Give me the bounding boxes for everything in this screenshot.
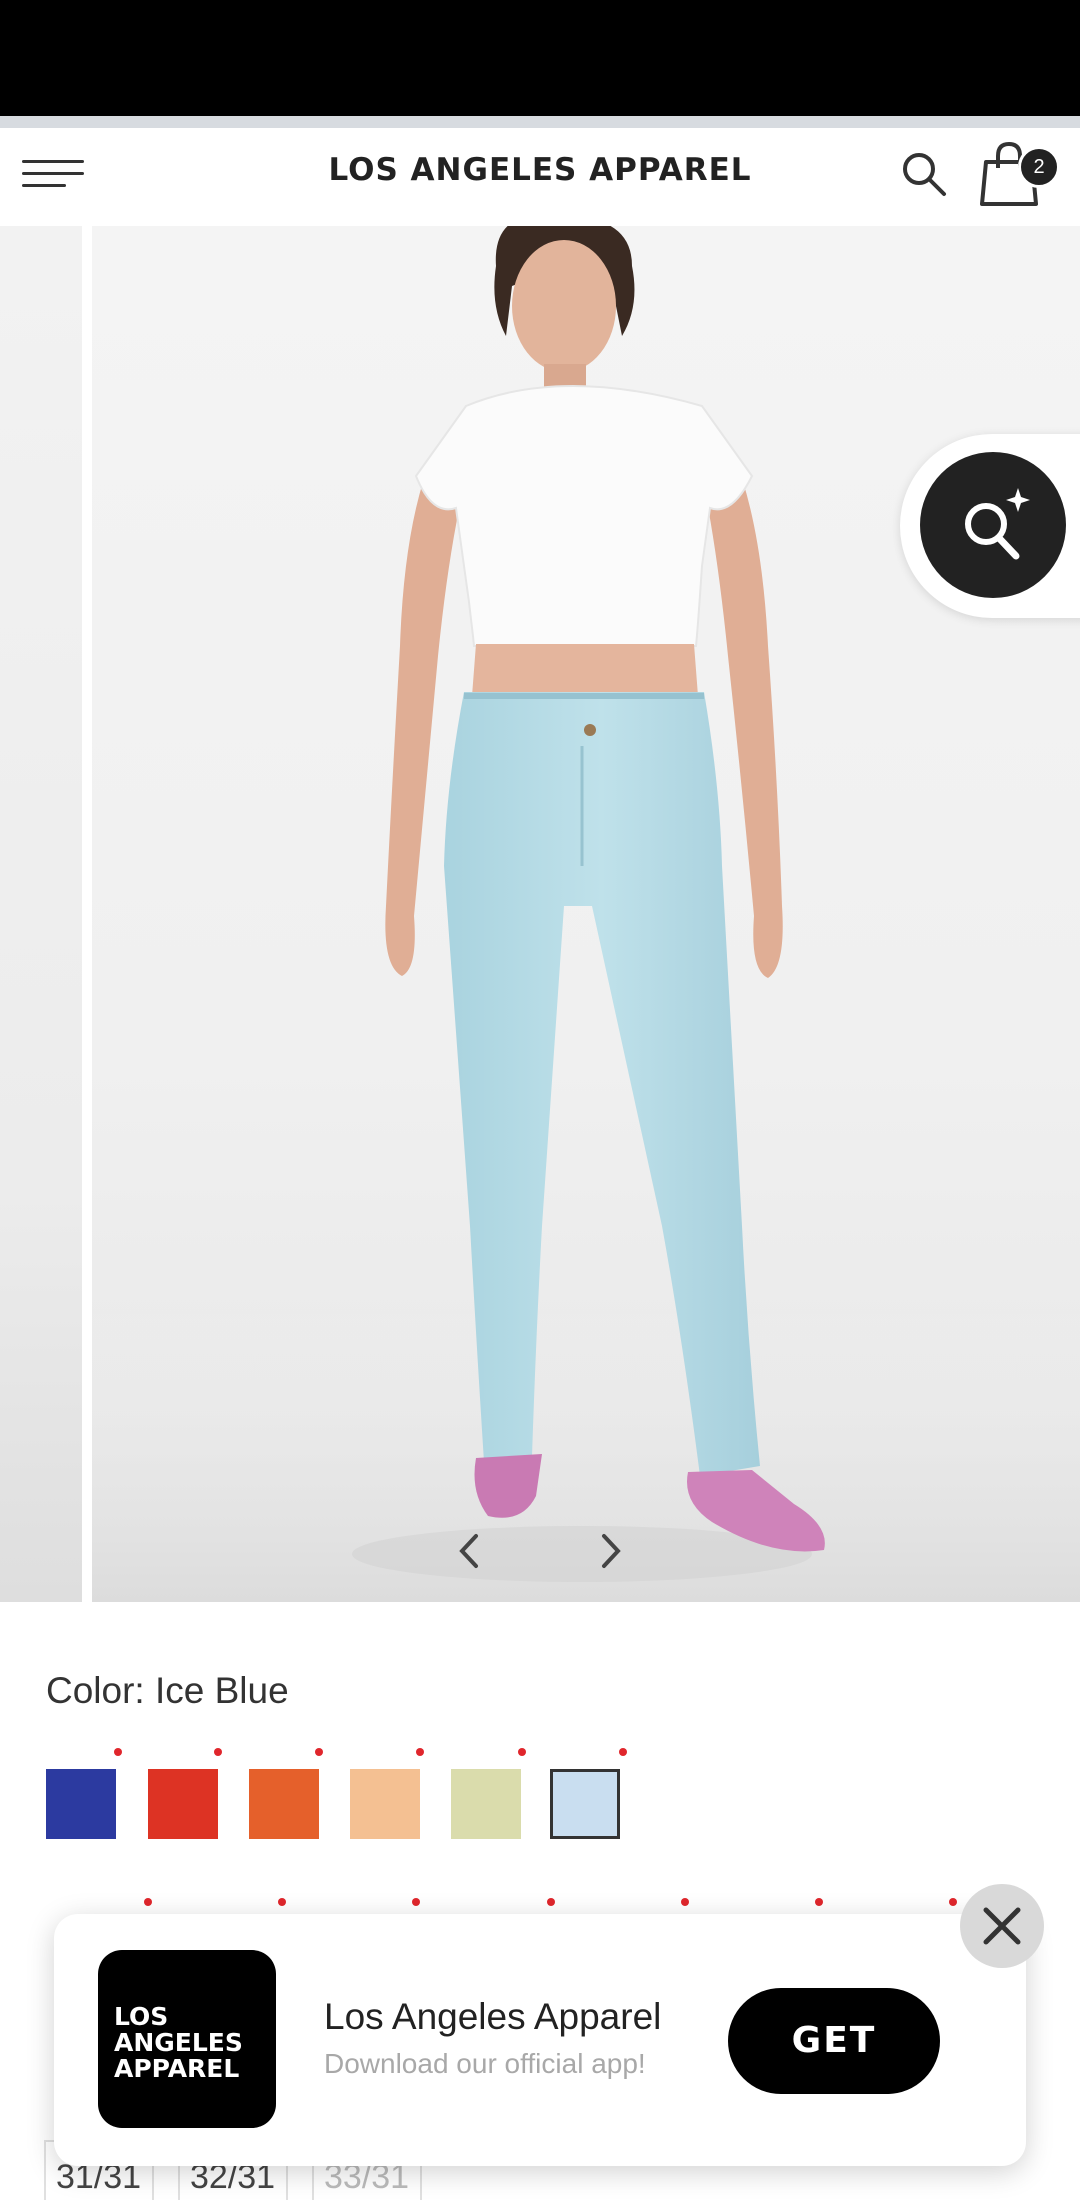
previous-slide-peek[interactable]: [0, 226, 82, 1602]
app-icon[interactable]: LOS ANGELES APPAREL: [98, 1950, 276, 2128]
color-swatch-orange[interactable]: [249, 1769, 319, 1839]
site-header: LOS ANGELES APPAREL 2: [0, 128, 1080, 227]
app-download-banner: LOS ANGELES APPAREL Los Angeles Apparel …: [54, 1914, 1026, 2166]
size-indicator-dot: [412, 1898, 420, 1906]
swatch-indicator-dot: [619, 1748, 627, 1756]
swatch-indicator-dot: [315, 1748, 323, 1756]
brand-logo[interactable]: LOS ANGELES APPAREL: [200, 152, 880, 188]
chevron-left-icon[interactable]: [440, 1526, 500, 1576]
size-indicator-dot: [949, 1898, 957, 1906]
size-indicator-dot: [681, 1898, 689, 1906]
color-swatch-peach[interactable]: [350, 1769, 420, 1839]
size-indicator-dot: [144, 1898, 152, 1906]
swatch-indicator-dot: [214, 1748, 222, 1756]
close-icon[interactable]: [960, 1884, 1044, 1968]
size-indicator-dot: [547, 1898, 555, 1906]
shopping-bag-icon[interactable]: 2: [980, 138, 1062, 210]
swatch-indicator-dot: [114, 1748, 122, 1756]
product-image[interactable]: [92, 226, 1080, 1602]
color-label: Color: Ice Blue: [46, 1670, 289, 1711]
status-bar: [0, 0, 1080, 116]
zoom-sparkle-icon[interactable]: [920, 452, 1066, 598]
size-indicator-dot: [278, 1898, 286, 1906]
app-icon-text: LOS ANGELES APPAREL: [114, 2002, 243, 2083]
app-subtitle: Download our official app!: [324, 2048, 646, 2079]
slide-divider: [82, 226, 92, 1602]
product-gallery[interactable]: [0, 226, 1080, 1602]
cart-count-badge: 2: [1018, 146, 1060, 188]
swatch-indicator-dot: [518, 1748, 526, 1756]
chevron-right-icon[interactable]: [580, 1526, 640, 1576]
get-app-button[interactable]: GET: [728, 1988, 940, 2094]
menu-icon[interactable]: [22, 154, 84, 194]
app-name: Los Angeles Apparel: [324, 1996, 662, 2037]
color-swatch-ice-blue[interactable]: [550, 1769, 620, 1839]
size-indicator-dot: [815, 1898, 823, 1906]
swatch-indicator-dot: [416, 1748, 424, 1756]
status-bar-divider: [0, 116, 1080, 128]
color-swatch-navy[interactable]: [46, 1769, 116, 1839]
color-swatch-red[interactable]: [148, 1769, 218, 1839]
search-icon[interactable]: [896, 146, 952, 202]
color-swatch-sage[interactable]: [451, 1769, 521, 1839]
